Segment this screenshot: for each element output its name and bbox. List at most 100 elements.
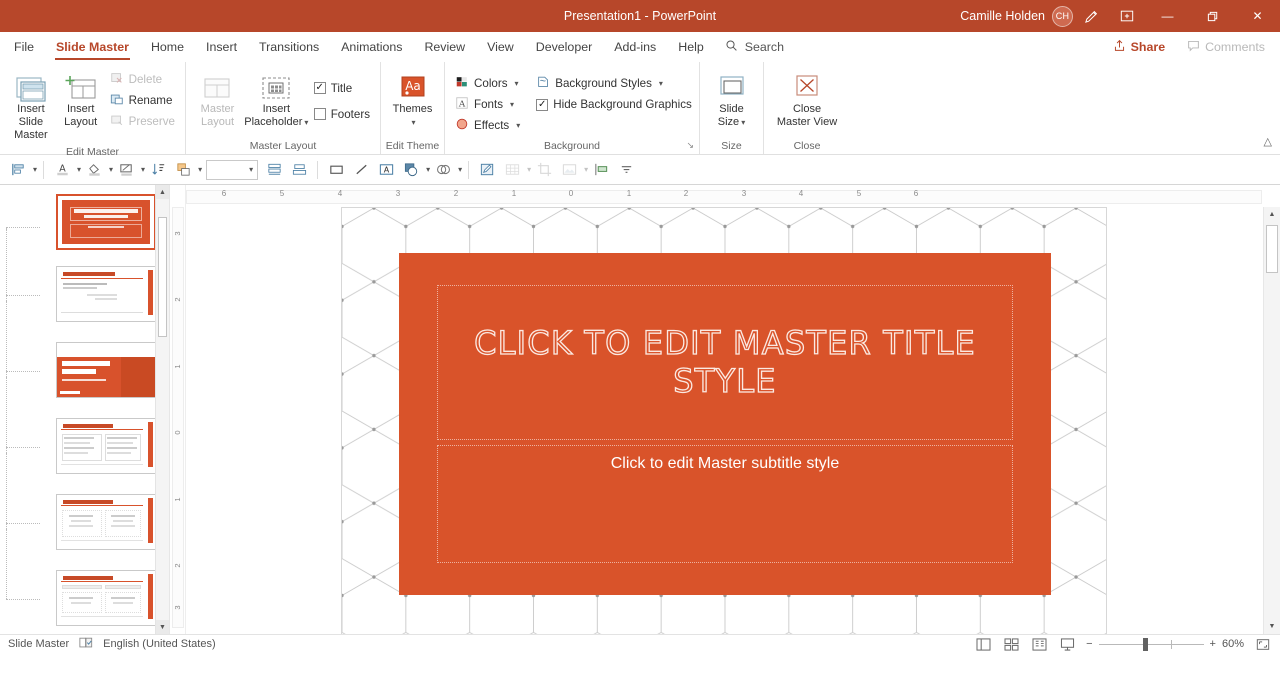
font-color-icon[interactable]: A (50, 158, 74, 182)
background-styles-button[interactable]: Background Styles ▾ (532, 73, 696, 94)
chevron-down-icon[interactable]: ▾ (411, 116, 415, 129)
list-item[interactable] (0, 567, 169, 634)
tab-home[interactable]: Home (140, 32, 195, 62)
insert-slide-master-button[interactable]: Insert Slide Master (6, 67, 56, 144)
fit-slide-to-window-icon[interactable] (1253, 637, 1272, 652)
zoom-level-label[interactable]: 60% (1222, 638, 1244, 650)
title-checkbox[interactable]: ✓ (314, 82, 326, 94)
zoom-slider[interactable]: − + 60% (1086, 638, 1244, 650)
chevron-down-icon[interactable]: ▾ (458, 165, 462, 174)
reading-view-button[interactable] (1030, 637, 1049, 652)
quick-style-select[interactable]: ▾ (206, 160, 258, 180)
footers-checkbox-row[interactable]: Footers (310, 101, 374, 127)
proofing-language-icon[interactable] (79, 637, 93, 652)
section-header-layout-thumbnail[interactable] (56, 418, 156, 474)
scroll-down-arrow-icon[interactable]: ▼ (156, 620, 169, 634)
chevron-down-icon[interactable]: ▾ (198, 165, 202, 174)
merge-shapes-icon[interactable] (431, 158, 455, 182)
guides-icon[interactable] (589, 158, 613, 182)
hide-background-graphics-checkbox[interactable]: ✓ (536, 99, 548, 111)
collapse-ribbon-chevron-icon[interactable]: △ (1264, 135, 1272, 148)
chevron-down-icon[interactable]: ▾ (33, 165, 37, 174)
chevron-down-icon[interactable]: ▾ (426, 165, 430, 174)
arrange-objects-icon[interactable] (171, 158, 195, 182)
minimize-button[interactable]: — (1145, 0, 1190, 32)
chevron-down-icon[interactable]: ▾ (77, 165, 81, 174)
list-item[interactable] (0, 415, 169, 491)
scroll-up-arrow-icon[interactable]: ▲ (156, 185, 169, 199)
comments-button[interactable]: Comments (1178, 36, 1274, 58)
slide-thumbnails-pane[interactable]: ▲ ▼ (0, 185, 170, 634)
canvas-scroll-up-icon[interactable]: ▲ (1264, 207, 1280, 222)
zoom-out-button[interactable]: − (1086, 638, 1092, 650)
slide-show-button[interactable] (1058, 637, 1077, 652)
themes-button[interactable]: Aa Themes ▾ (387, 67, 438, 131)
tab-file[interactable]: File (0, 32, 45, 62)
theme-fonts-button[interactable]: A Fonts ▾ (451, 94, 524, 115)
text-box-icon[interactable]: A (374, 158, 398, 182)
search-box[interactable]: Search (715, 32, 794, 62)
close-master-view-button[interactable]: Close Master View (770, 67, 844, 131)
theme-colors-button[interactable]: Colors ▾ (451, 73, 524, 94)
align-distribute-icon[interactable] (262, 158, 286, 182)
shape-outline-icon[interactable] (114, 158, 138, 182)
background-dialog-launcher[interactable]: ↘ (686, 137, 694, 153)
title-slide-layout-thumbnail[interactable] (56, 266, 156, 322)
edit-shape-icon[interactable] (475, 158, 499, 182)
share-button[interactable]: Share (1104, 36, 1174, 58)
list-item[interactable] (0, 263, 169, 339)
chevron-down-icon[interactable]: ▾ (141, 165, 145, 174)
list-item[interactable] (0, 339, 169, 415)
list-item[interactable] (0, 491, 169, 567)
align-objects-icon[interactable] (6, 158, 30, 182)
tab-view[interactable]: View (476, 32, 525, 62)
close-button[interactable]: ✕ (1235, 0, 1280, 32)
scrollbar-thumb[interactable] (158, 217, 167, 337)
tab-addins[interactable]: Add-ins (603, 32, 667, 62)
zoom-slider-track[interactable] (1099, 644, 1204, 645)
slide-master-thumbnail[interactable] (56, 194, 156, 250)
account-name[interactable]: Camille Holden (960, 9, 1045, 23)
tab-help[interactable]: Help (667, 32, 714, 62)
slide-size-button[interactable]: Slide Size▾ (706, 67, 757, 131)
two-content-layout-thumbnail[interactable] (56, 494, 156, 550)
group-objects-icon[interactable] (287, 158, 311, 182)
tab-insert[interactable]: Insert (195, 32, 248, 62)
tab-slide-master[interactable]: Slide Master (45, 32, 140, 62)
tab-review[interactable]: Review (413, 32, 476, 62)
normal-view-button[interactable] (974, 637, 993, 652)
footers-checkbox[interactable] (314, 108, 326, 120)
thumbnail-pane-scrollbar[interactable]: ▲ ▼ (155, 185, 169, 634)
theme-effects-button[interactable]: Effects ▾ (451, 115, 524, 136)
master-subtitle-placeholder[interactable]: Click to edit Master subtitle style (437, 445, 1013, 563)
rename-master-button[interactable]: Rename (106, 90, 179, 111)
sort-icon[interactable] (146, 158, 170, 182)
title-and-content-layout-thumbnail[interactable] (56, 342, 156, 398)
comparison-layout-thumbnail[interactable] (56, 570, 156, 626)
status-language[interactable]: English (United States) (103, 638, 216, 650)
tab-transitions[interactable]: Transitions (248, 32, 330, 62)
chevron-down-icon[interactable]: ▾ (109, 165, 113, 174)
hide-background-graphics-row[interactable]: ✓ Hide Background Graphics (532, 94, 696, 115)
shapes-gallery-icon[interactable] (399, 158, 423, 182)
shape-fill-icon[interactable] (82, 158, 106, 182)
zoom-in-button[interactable]: + (1210, 638, 1216, 650)
list-item[interactable] (0, 191, 169, 263)
canvas-scroll-down-icon[interactable]: ▼ (1264, 619, 1280, 634)
line-shape-icon[interactable] (349, 158, 373, 182)
pen-icon[interactable] (1073, 0, 1109, 32)
slide-master-canvas[interactable]: Click to edit Master title style Click t… (341, 207, 1107, 634)
master-title-placeholder[interactable]: Click to edit Master title style (437, 285, 1013, 440)
slide-sorter-view-button[interactable] (1002, 637, 1021, 652)
scrollbar-thumb[interactable] (1266, 225, 1278, 273)
avatar[interactable]: CH (1052, 6, 1073, 27)
canvas-vertical-scrollbar[interactable]: ▲ ▼ (1263, 207, 1280, 634)
restore-button[interactable] (1190, 0, 1235, 32)
zoom-slider-handle[interactable] (1143, 638, 1148, 651)
more-options-icon[interactable] (614, 158, 638, 182)
tab-developer[interactable]: Developer (525, 32, 603, 62)
title-slide-color-block[interactable]: Click to edit Master title style Click t… (399, 253, 1051, 595)
insert-layout-button[interactable]: Insert Layout (56, 67, 106, 131)
title-checkbox-row[interactable]: ✓ Title (310, 75, 374, 101)
ribbon-display-options-icon[interactable] (1109, 0, 1145, 32)
